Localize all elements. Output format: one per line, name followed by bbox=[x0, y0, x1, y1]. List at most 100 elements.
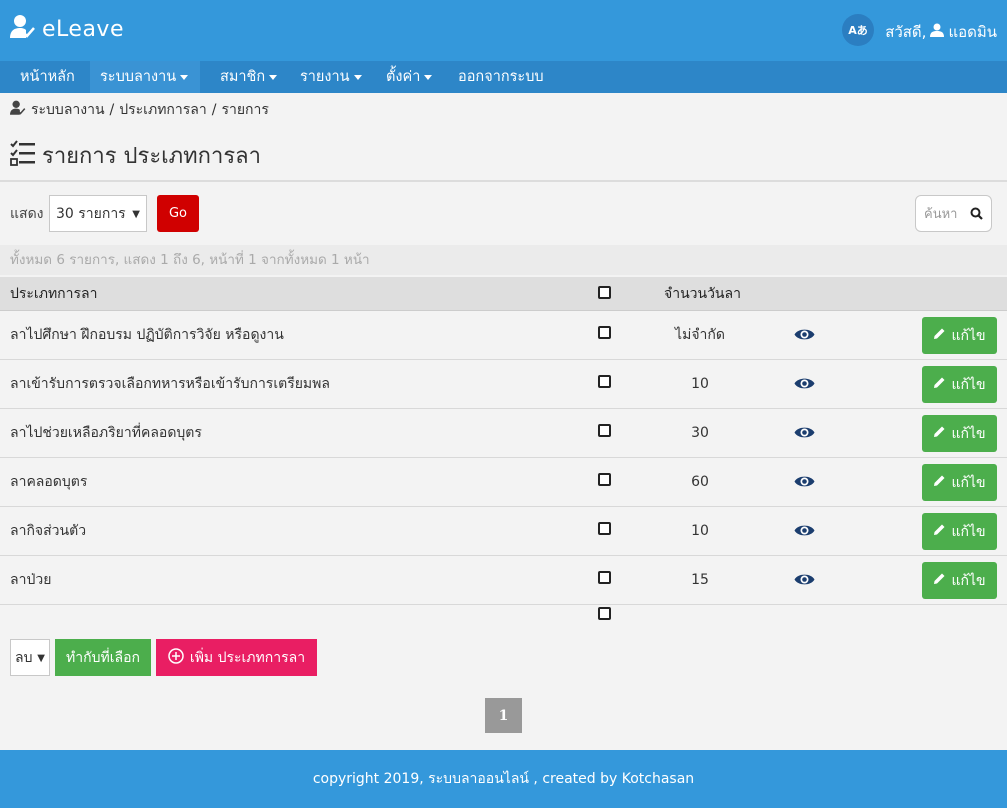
checklist-icon bbox=[10, 139, 36, 172]
nav-item-home[interactable]: หน้าหลัก bbox=[10, 61, 85, 93]
edit-label: แก้ไข bbox=[951, 327, 986, 344]
row-checkbox[interactable] bbox=[598, 375, 611, 388]
caret-down-icon bbox=[353, 74, 362, 80]
search-icon[interactable] bbox=[970, 207, 983, 224]
leave-days: 60 bbox=[691, 474, 709, 490]
table-row: ลาเข้ารับการตรวจเลือกทหารหรือเข้ารับการเ… bbox=[0, 360, 1007, 409]
list-summary: ทั้งหมด 6 รายการ, แสดง 1 ถึง 6, หน้าที่ … bbox=[0, 245, 1007, 275]
breadcrumb: ระบบลางาน / ประเภทการลา / รายการ bbox=[10, 99, 269, 121]
table-row: ลากิจส่วนตัว 10 แก้ไข bbox=[0, 507, 1007, 556]
row-checkbox[interactable] bbox=[598, 326, 611, 339]
search-placeholder: ค้นหา bbox=[924, 207, 958, 222]
edit-label: แก้ไข bbox=[951, 425, 986, 442]
nav-item-settings[interactable]: ตั้งค่า bbox=[376, 61, 442, 93]
nav-item-reports[interactable]: รายงาน bbox=[290, 61, 372, 93]
show-label: แสดง bbox=[10, 206, 44, 222]
table-row: ลาไปช่วยเหลือภริยาที่คลอดบุตร 30 แก้ไข bbox=[0, 409, 1007, 458]
breadcrumb-item-leave-type[interactable]: ประเภทการลา bbox=[119, 99, 206, 121]
add-leave-type-label: เพิ่ม ประเภทการลา bbox=[189, 649, 306, 666]
row-checkbox[interactable] bbox=[598, 522, 611, 535]
edit-button[interactable]: แก้ไข bbox=[922, 366, 997, 403]
apply-selected-button[interactable]: ทำกับที่เลือก bbox=[55, 639, 151, 676]
pencil-icon bbox=[933, 523, 946, 540]
main-nav: หน้าหลัก ระบบลางาน สมาชิก รายงาน ตั้งค่า… bbox=[0, 61, 1007, 93]
column-header-type[interactable]: ประเภทการลา bbox=[10, 277, 97, 311]
user-name: แอดมิน bbox=[948, 23, 997, 41]
leave-type-name: ลาไปศึกษา ฝึกอบรม ปฏิบัติการวิจัย หรือดู… bbox=[10, 327, 284, 343]
leave-type-name: ลากิจส่วนตัว bbox=[10, 523, 87, 539]
nav-item-logout[interactable]: ออกจากระบบ bbox=[448, 61, 554, 93]
caret-down-icon bbox=[180, 74, 189, 80]
table-header: ประเภทการลา จำนวนวันลา bbox=[0, 277, 1007, 311]
select-all-checkbox[interactable] bbox=[598, 286, 611, 299]
eye-icon[interactable] bbox=[794, 572, 815, 591]
row-checkbox[interactable] bbox=[598, 473, 611, 486]
nav-item-leave-system[interactable]: ระบบลางาน bbox=[90, 61, 200, 93]
pencil-icon bbox=[933, 376, 946, 393]
pencil-icon bbox=[933, 474, 946, 491]
go-button[interactable]: Go bbox=[157, 195, 199, 232]
breadcrumb-separator: / bbox=[211, 102, 217, 118]
table-row: ลาป่วย 15 แก้ไข bbox=[0, 556, 1007, 605]
bulk-action-select[interactable]: ลบ ▼ bbox=[10, 639, 50, 676]
edit-button[interactable]: แก้ไข bbox=[922, 464, 997, 501]
language-button[interactable]: Aあ bbox=[842, 14, 874, 46]
pencil-icon bbox=[933, 425, 946, 442]
user-check-icon bbox=[10, 100, 26, 120]
bulk-action-value: ลบ bbox=[15, 649, 33, 666]
table-row: ลาไปศึกษา ฝึกอบรม ปฏิบัติการวิจัย หรือดู… bbox=[0, 311, 1007, 360]
breadcrumb-item-leave-system[interactable]: ระบบลางาน bbox=[31, 99, 105, 121]
brand[interactable]: eLeave bbox=[10, 14, 124, 44]
leave-days: ไม่จำกัด bbox=[675, 327, 725, 343]
column-header-days[interactable]: จำนวนวันลา bbox=[664, 277, 741, 311]
page-title-text: รายการ ประเภทการลา bbox=[42, 144, 261, 169]
edit-label: แก้ไข bbox=[951, 572, 986, 589]
greeting-text: สวัสดี, bbox=[885, 23, 927, 41]
user-menu[interactable]: สวัสดี, แอดมิน bbox=[885, 20, 997, 44]
pencil-icon bbox=[933, 572, 946, 589]
eye-icon[interactable] bbox=[794, 425, 815, 444]
user-check-icon bbox=[10, 14, 36, 44]
footer: copyright 2019, ระบบลาออนไลน์ , created … bbox=[0, 750, 1007, 808]
edit-label: แก้ไข bbox=[951, 376, 986, 393]
edit-button[interactable]: แก้ไข bbox=[922, 317, 997, 354]
table-row: ลาคลอดบุตร 60 แก้ไข bbox=[0, 458, 1007, 507]
eye-icon[interactable] bbox=[794, 376, 815, 395]
rows-per-page-value: 30 รายการ bbox=[56, 205, 126, 222]
nav-item-members[interactable]: สมาชิก bbox=[210, 61, 287, 93]
row-checkbox[interactable] bbox=[598, 424, 611, 437]
leave-days: 10 bbox=[691, 523, 709, 539]
eye-icon[interactable] bbox=[794, 327, 815, 346]
eye-icon[interactable] bbox=[794, 474, 815, 493]
leave-days: 15 bbox=[691, 572, 709, 588]
edit-button[interactable]: แก้ไข bbox=[922, 513, 997, 550]
pagination-page[interactable]: 1 bbox=[485, 698, 522, 733]
brand-name: eLeave bbox=[42, 16, 124, 42]
edit-label: แก้ไข bbox=[951, 474, 986, 491]
title-divider bbox=[0, 180, 1007, 182]
leave-type-name: ลาเข้ารับการตรวจเลือกทหารหรือเข้ารับการเ… bbox=[10, 376, 330, 392]
caret-down-icon bbox=[269, 74, 278, 80]
user-icon bbox=[930, 23, 945, 41]
leave-type-name: ลาป่วย bbox=[10, 572, 52, 588]
edit-label: แก้ไข bbox=[951, 523, 986, 540]
leave-days: 10 bbox=[691, 376, 709, 392]
edit-button[interactable]: แก้ไข bbox=[922, 562, 997, 599]
select-all-checkbox-bottom[interactable] bbox=[598, 607, 611, 620]
leave-type-name: ลาคลอดบุตร bbox=[10, 474, 88, 490]
select-arrow-icon: ▼ bbox=[132, 209, 140, 220]
row-checkbox[interactable] bbox=[598, 571, 611, 584]
breadcrumb-separator: / bbox=[109, 102, 115, 118]
caret-down-icon bbox=[424, 74, 433, 80]
add-leave-type-button[interactable]: เพิ่ม ประเภทการลา bbox=[156, 639, 317, 676]
edit-button[interactable]: แก้ไข bbox=[922, 415, 997, 452]
pencil-icon bbox=[933, 327, 946, 344]
search-input[interactable]: ค้นหา bbox=[915, 195, 992, 232]
leave-type-name: ลาไปช่วยเหลือภริยาที่คลอดบุตร bbox=[10, 425, 202, 441]
rows-per-page-select[interactable]: 30 รายการ ▼ bbox=[49, 195, 147, 232]
page-title: รายการ ประเภทการลา bbox=[10, 138, 261, 173]
select-arrow-icon: ▼ bbox=[37, 653, 45, 664]
plus-circle-icon bbox=[168, 647, 184, 668]
eye-icon[interactable] bbox=[794, 523, 815, 542]
leave-days: 30 bbox=[691, 425, 709, 441]
